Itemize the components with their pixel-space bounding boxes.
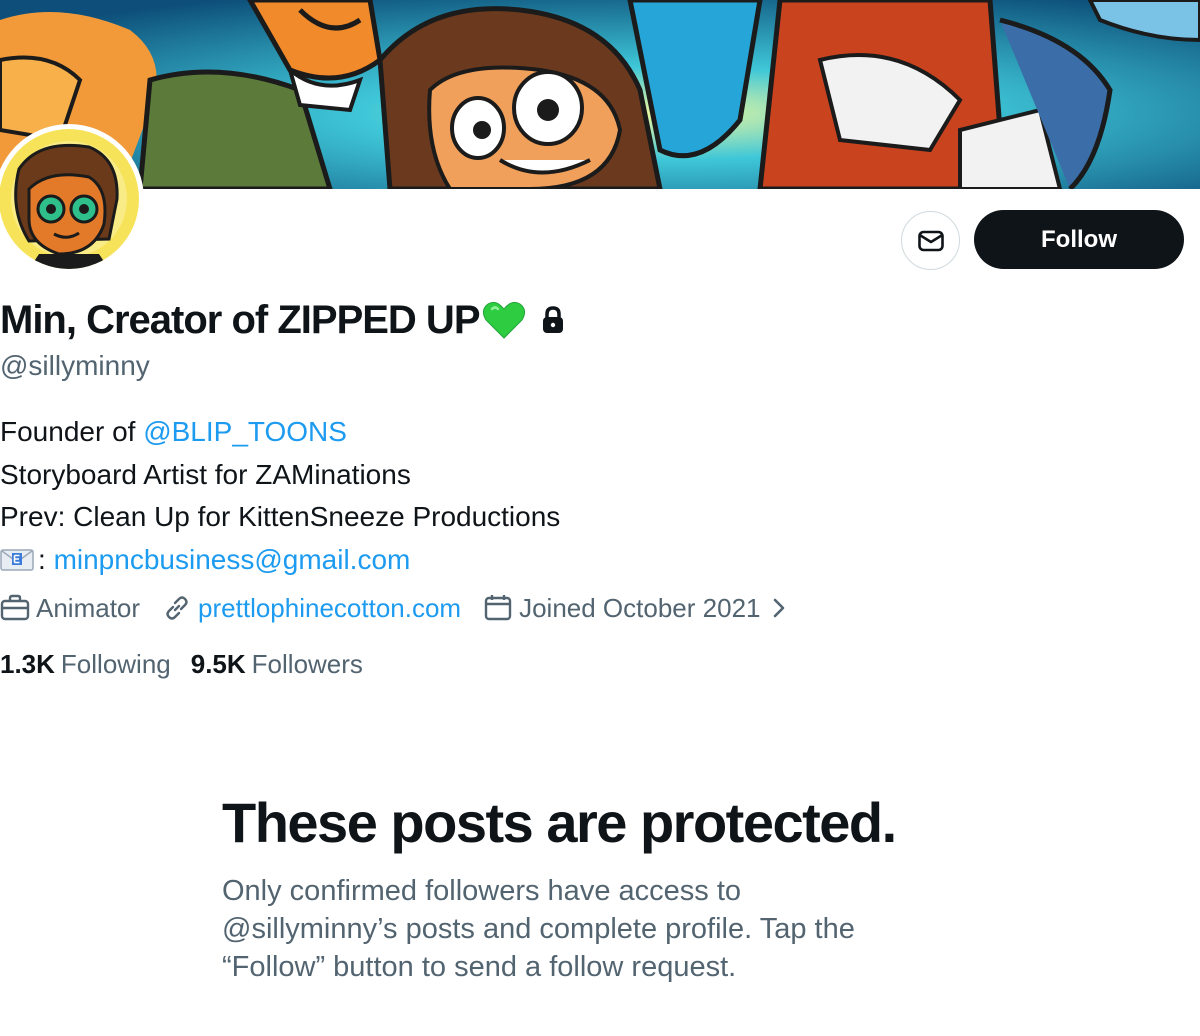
bio-line: Founder of @BLIP_TOONS [0, 411, 560, 454]
protected-desc-line: “Follow” button to send a follow request… [222, 951, 737, 983]
bio-text: Founder of [0, 416, 144, 447]
envelope-icon [917, 230, 944, 251]
display-name: Min, Creator of ZIPPED UP [0, 297, 480, 342]
profession: Animator [0, 593, 140, 624]
avatar-image [0, 129, 139, 269]
follow-button[interactable]: Follow [974, 210, 1184, 269]
protected-desc-line: Only confirmed followers have access to [222, 875, 741, 907]
bio-line: Storyboard Artist for ZAMinations [0, 458, 411, 490]
chevron-right-icon [774, 598, 785, 618]
followers-label: Followers [251, 648, 363, 679]
email-emoji-icon [0, 543, 34, 586]
bio-text: : [38, 543, 54, 575]
briefcase-icon [0, 594, 30, 621]
follow-counts: 1.3K Following 9.5K Followers [0, 645, 363, 683]
followers-value: 9.5K [190, 648, 246, 679]
following-label: Following [60, 648, 171, 679]
following-value: 1.3K [0, 648, 55, 679]
mention-link[interactable]: @BLIP_TOONS [143, 416, 347, 447]
protected-description: Only confirmed followers have access to … [222, 872, 942, 986]
protected-title: These posts are protected. [222, 791, 897, 854]
profession-label: Animator [36, 592, 141, 623]
profile-meta: Animator prettlophinecotton.com Joined O… [0, 588, 790, 628]
protected-desc-line: @sillyminny’s posts and complete profile… [222, 913, 855, 945]
email-link[interactable]: minpncbusiness@gmail.com [54, 544, 411, 575]
avatar[interactable] [0, 124, 144, 274]
lock-icon [540, 305, 566, 335]
joined-date[interactable]: Joined October 2021 [483, 593, 790, 624]
website[interactable]: prettlophinecotton.com [162, 593, 461, 624]
followers-count[interactable]: 9.5K Followers [191, 649, 363, 680]
banner-image [0, 0, 1200, 189]
bio: Founder of @BLIP_TOONS Storyboard Artist… [0, 411, 560, 585]
profile-banner[interactable] [0, 0, 1200, 189]
handle: @sillyminny [0, 350, 150, 381]
following-count[interactable]: 1.3K Following [0, 649, 171, 680]
name-row: Min, Creator of ZIPPED UP [0, 296, 566, 344]
bio-line: Prev: Clean Up for KittenSneeze Producti… [0, 501, 561, 532]
joined-label: Joined October 2021 [519, 592, 761, 623]
bio-line: : minpncbusiness@gmail.com [0, 539, 560, 586]
website-link[interactable]: prettlophinecotton.com [198, 593, 461, 624]
calendar-icon [484, 595, 512, 621]
green-heart-icon [482, 300, 526, 340]
link-icon [166, 596, 188, 620]
message-button[interactable] [901, 211, 960, 270]
